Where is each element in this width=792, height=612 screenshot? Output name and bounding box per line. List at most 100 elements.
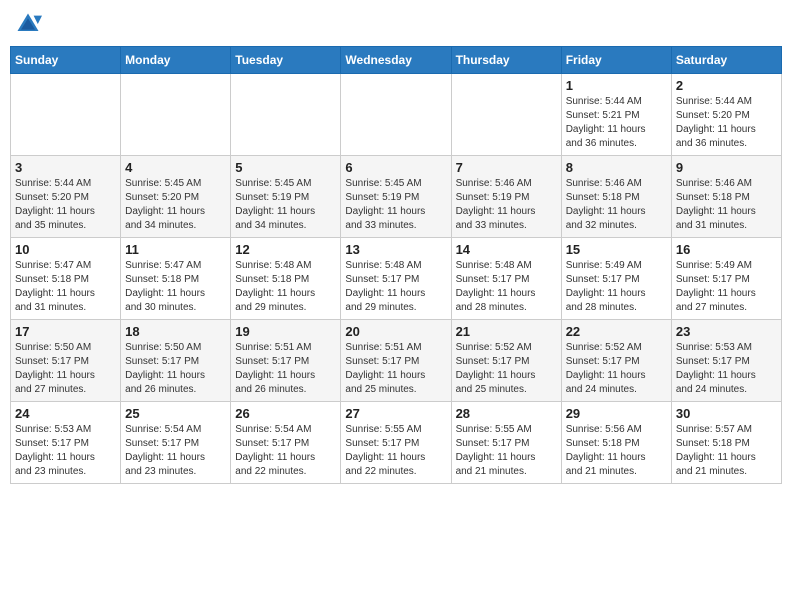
day-info: Sunrise: 5:50 AM Sunset: 5:17 PM Dayligh… (125, 341, 226, 397)
day-number: 5 (235, 160, 336, 175)
day-info: Sunrise: 5:45 AM Sunset: 5:19 PM Dayligh… (345, 177, 446, 233)
day-number: 25 (125, 406, 226, 421)
calendar-cell: 10 Sunrise: 5:47 AM Sunset: 5:18 PM Dayli… (11, 238, 121, 320)
day-number: 3 (15, 160, 116, 175)
calendar-cell (11, 74, 121, 156)
logo-icon (14, 10, 42, 38)
day-number: 28 (456, 406, 557, 421)
day-info: Sunrise: 5:54 AM Sunset: 5:17 PM Dayligh… (235, 423, 336, 479)
day-number: 29 (566, 406, 667, 421)
calendar-cell: 8 Sunrise: 5:46 AM Sunset: 5:18 PM Daylig… (561, 156, 671, 238)
calendar-cell: 27 Sunrise: 5:55 AM Sunset: 5:17 PM Dayli… (341, 402, 451, 484)
day-info: Sunrise: 5:53 AM Sunset: 5:17 PM Dayligh… (676, 341, 777, 397)
day-info: Sunrise: 5:44 AM Sunset: 5:20 PM Dayligh… (15, 177, 116, 233)
logo (14, 10, 46, 38)
calendar-cell (121, 74, 231, 156)
col-header-friday: Friday (561, 47, 671, 74)
day-number: 14 (456, 242, 557, 257)
calendar-cell: 3 Sunrise: 5:44 AM Sunset: 5:20 PM Daylig… (11, 156, 121, 238)
day-info: Sunrise: 5:45 AM Sunset: 5:20 PM Dayligh… (125, 177, 226, 233)
day-number: 13 (345, 242, 446, 257)
day-info: Sunrise: 5:45 AM Sunset: 5:19 PM Dayligh… (235, 177, 336, 233)
day-number: 20 (345, 324, 446, 339)
col-header-monday: Monday (121, 47, 231, 74)
calendar-cell: 21 Sunrise: 5:52 AM Sunset: 5:17 PM Dayli… (451, 320, 561, 402)
day-info: Sunrise: 5:46 AM Sunset: 5:18 PM Dayligh… (566, 177, 667, 233)
day-info: Sunrise: 5:48 AM Sunset: 5:17 PM Dayligh… (456, 259, 557, 315)
day-info: Sunrise: 5:54 AM Sunset: 5:17 PM Dayligh… (125, 423, 226, 479)
col-header-tuesday: Tuesday (231, 47, 341, 74)
day-info: Sunrise: 5:49 AM Sunset: 5:17 PM Dayligh… (566, 259, 667, 315)
day-number: 11 (125, 242, 226, 257)
day-info: Sunrise: 5:46 AM Sunset: 5:19 PM Dayligh… (456, 177, 557, 233)
calendar-cell: 14 Sunrise: 5:48 AM Sunset: 5:17 PM Dayli… (451, 238, 561, 320)
day-number: 16 (676, 242, 777, 257)
calendar-cell: 23 Sunrise: 5:53 AM Sunset: 5:17 PM Dayli… (671, 320, 781, 402)
calendar-cell: 9 Sunrise: 5:46 AM Sunset: 5:18 PM Daylig… (671, 156, 781, 238)
calendar-cell: 1 Sunrise: 5:44 AM Sunset: 5:21 PM Daylig… (561, 74, 671, 156)
col-header-saturday: Saturday (671, 47, 781, 74)
day-number: 26 (235, 406, 336, 421)
day-info: Sunrise: 5:44 AM Sunset: 5:20 PM Dayligh… (676, 95, 777, 151)
day-number: 9 (676, 160, 777, 175)
day-number: 10 (15, 242, 116, 257)
calendar-cell: 7 Sunrise: 5:46 AM Sunset: 5:19 PM Daylig… (451, 156, 561, 238)
day-info: Sunrise: 5:50 AM Sunset: 5:17 PM Dayligh… (15, 341, 116, 397)
day-info: Sunrise: 5:55 AM Sunset: 5:17 PM Dayligh… (345, 423, 446, 479)
calendar-cell: 5 Sunrise: 5:45 AM Sunset: 5:19 PM Daylig… (231, 156, 341, 238)
calendar-cell: 4 Sunrise: 5:45 AM Sunset: 5:20 PM Daylig… (121, 156, 231, 238)
calendar-cell: 19 Sunrise: 5:51 AM Sunset: 5:17 PM Dayli… (231, 320, 341, 402)
day-info: Sunrise: 5:47 AM Sunset: 5:18 PM Dayligh… (125, 259, 226, 315)
day-info: Sunrise: 5:48 AM Sunset: 5:17 PM Dayligh… (345, 259, 446, 315)
calendar-cell: 28 Sunrise: 5:55 AM Sunset: 5:17 PM Dayli… (451, 402, 561, 484)
calendar-cell (451, 74, 561, 156)
day-number: 22 (566, 324, 667, 339)
day-number: 30 (676, 406, 777, 421)
calendar-cell: 11 Sunrise: 5:47 AM Sunset: 5:18 PM Dayli… (121, 238, 231, 320)
day-number: 19 (235, 324, 336, 339)
calendar-cell: 12 Sunrise: 5:48 AM Sunset: 5:18 PM Dayli… (231, 238, 341, 320)
day-info: Sunrise: 5:49 AM Sunset: 5:17 PM Dayligh… (676, 259, 777, 315)
calendar-cell: 25 Sunrise: 5:54 AM Sunset: 5:17 PM Dayli… (121, 402, 231, 484)
day-info: Sunrise: 5:57 AM Sunset: 5:18 PM Dayligh… (676, 423, 777, 479)
calendar-cell: 17 Sunrise: 5:50 AM Sunset: 5:17 PM Dayli… (11, 320, 121, 402)
day-number: 15 (566, 242, 667, 257)
day-number: 6 (345, 160, 446, 175)
day-number: 18 (125, 324, 226, 339)
day-number: 8 (566, 160, 667, 175)
day-info: Sunrise: 5:47 AM Sunset: 5:18 PM Dayligh… (15, 259, 116, 315)
page-header (10, 10, 782, 38)
calendar-cell: 15 Sunrise: 5:49 AM Sunset: 5:17 PM Dayli… (561, 238, 671, 320)
day-info: Sunrise: 5:55 AM Sunset: 5:17 PM Dayligh… (456, 423, 557, 479)
day-info: Sunrise: 5:48 AM Sunset: 5:18 PM Dayligh… (235, 259, 336, 315)
calendar-cell: 13 Sunrise: 5:48 AM Sunset: 5:17 PM Dayli… (341, 238, 451, 320)
day-info: Sunrise: 5:52 AM Sunset: 5:17 PM Dayligh… (456, 341, 557, 397)
calendar-cell: 30 Sunrise: 5:57 AM Sunset: 5:18 PM Dayli… (671, 402, 781, 484)
calendar-cell: 22 Sunrise: 5:52 AM Sunset: 5:17 PM Dayli… (561, 320, 671, 402)
calendar-cell: 29 Sunrise: 5:56 AM Sunset: 5:18 PM Dayli… (561, 402, 671, 484)
day-number: 23 (676, 324, 777, 339)
day-info: Sunrise: 5:46 AM Sunset: 5:18 PM Dayligh… (676, 177, 777, 233)
day-info: Sunrise: 5:56 AM Sunset: 5:18 PM Dayligh… (566, 423, 667, 479)
day-number: 24 (15, 406, 116, 421)
day-info: Sunrise: 5:53 AM Sunset: 5:17 PM Dayligh… (15, 423, 116, 479)
day-info: Sunrise: 5:44 AM Sunset: 5:21 PM Dayligh… (566, 95, 667, 151)
day-number: 4 (125, 160, 226, 175)
calendar-cell: 18 Sunrise: 5:50 AM Sunset: 5:17 PM Dayli… (121, 320, 231, 402)
calendar-cell: 24 Sunrise: 5:53 AM Sunset: 5:17 PM Dayli… (11, 402, 121, 484)
calendar-cell: 6 Sunrise: 5:45 AM Sunset: 5:19 PM Daylig… (341, 156, 451, 238)
day-number: 2 (676, 78, 777, 93)
day-info: Sunrise: 5:51 AM Sunset: 5:17 PM Dayligh… (235, 341, 336, 397)
col-header-sunday: Sunday (11, 47, 121, 74)
day-info: Sunrise: 5:52 AM Sunset: 5:17 PM Dayligh… (566, 341, 667, 397)
day-number: 27 (345, 406, 446, 421)
day-number: 7 (456, 160, 557, 175)
calendar-cell: 16 Sunrise: 5:49 AM Sunset: 5:17 PM Dayli… (671, 238, 781, 320)
calendar-cell (231, 74, 341, 156)
day-number: 12 (235, 242, 336, 257)
calendar-table: SundayMondayTuesdayWednesdayThursdayFrid… (10, 46, 782, 484)
col-header-wednesday: Wednesday (341, 47, 451, 74)
day-number: 1 (566, 78, 667, 93)
day-number: 17 (15, 324, 116, 339)
day-number: 21 (456, 324, 557, 339)
